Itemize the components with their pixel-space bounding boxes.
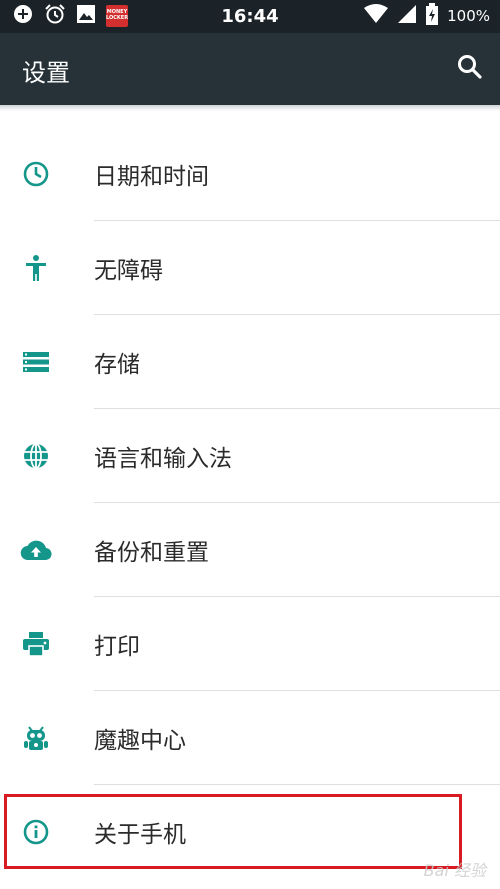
settings-item-language-input[interactable]: 语言和输入法 — [0, 409, 500, 503]
settings-item-label: 备份和重置 — [94, 540, 209, 566]
search-icon — [457, 54, 483, 84]
highlight-box — [4, 794, 462, 869]
wifi-icon — [363, 4, 389, 28]
page-title: 设置 — [22, 59, 70, 87]
settings-item-label: 日期和时间 — [94, 164, 209, 190]
storage-icon — [20, 348, 52, 376]
clock-icon — [20, 160, 52, 188]
search-button[interactable] — [454, 53, 486, 85]
status-right-icons: 100% — [363, 3, 490, 29]
settings-item-label: 语言和输入法 — [94, 446, 232, 472]
print-icon — [20, 630, 52, 658]
settings-item-date-time[interactable]: 日期和时间 — [0, 127, 500, 221]
android-robot-icon — [20, 724, 52, 752]
settings-item-label: 无障碍 — [94, 258, 163, 284]
cloud-upload-icon — [20, 536, 52, 564]
settings-list: 日期和时间 无障碍 存储 语言和输入法 备份和重置 打印 魔趣中心 关于手机 — [0, 127, 500, 879]
app-bar: 设置 — [0, 33, 500, 105]
settings-item-label: 存储 — [94, 352, 140, 378]
settings-item-backup-reset[interactable]: 备份和重置 — [0, 503, 500, 597]
settings-item-label: 打印 — [94, 634, 140, 660]
status-bar: MONEY LOCKER 16:44 100% — [0, 0, 500, 33]
globe-icon — [20, 442, 52, 470]
settings-item-print[interactable]: 打印 — [0, 597, 500, 691]
accessibility-icon — [20, 254, 52, 282]
app-bar-shadow — [0, 105, 500, 111]
settings-item-accessibility[interactable]: 无障碍 — [0, 221, 500, 315]
settings-item-mokee-center[interactable]: 魔趣中心 — [0, 691, 500, 785]
settings-item-storage[interactable]: 存储 — [0, 315, 500, 409]
battery-percent: 100% — [447, 7, 490, 25]
battery-charging-icon — [425, 3, 439, 29]
settings-item-label: 魔趣中心 — [94, 728, 186, 754]
signal-icon — [397, 4, 417, 28]
watermark: Bai 经验 — [423, 861, 486, 880]
